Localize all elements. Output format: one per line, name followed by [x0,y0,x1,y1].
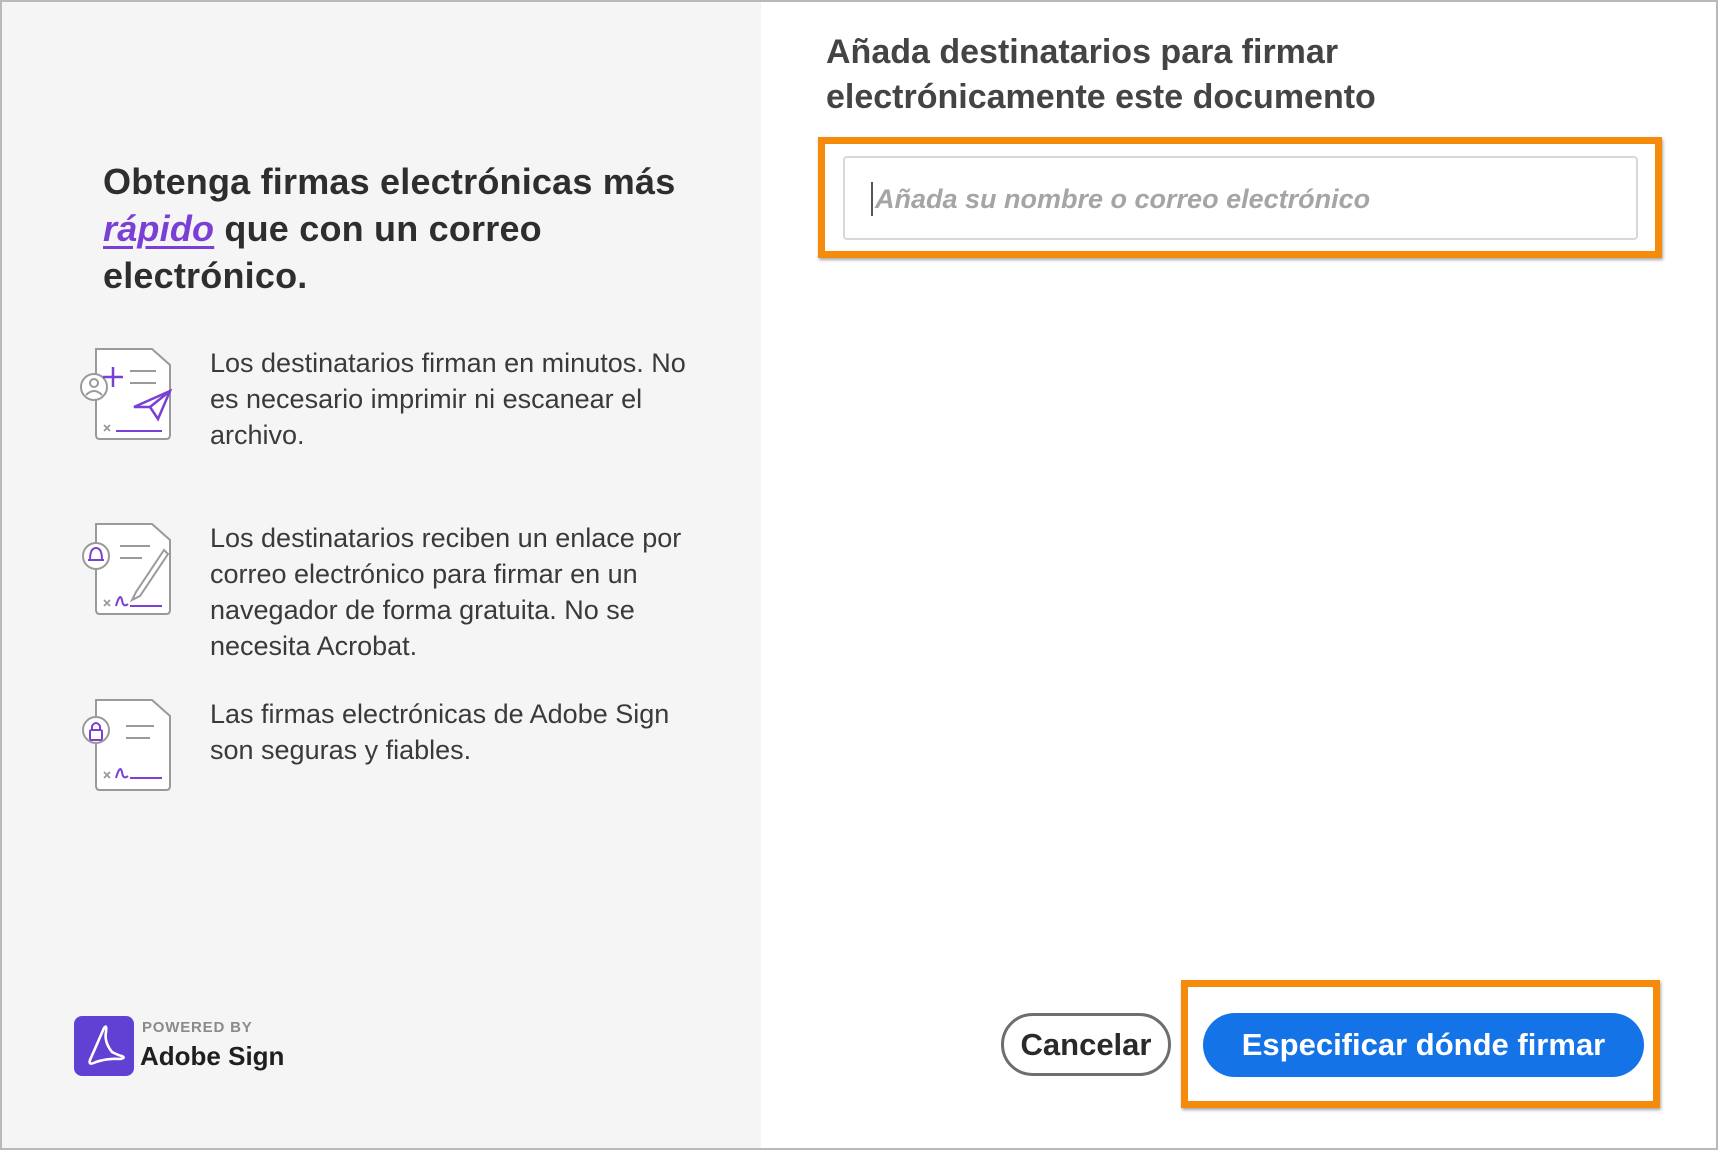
adobe-acrobat-logo [74,1016,134,1076]
info-headline: Obtenga firmas electrónicas más rápido q… [103,158,703,299]
feature-text: Los destinatarios firman en minutos. No … [210,348,686,450]
recipients-title: Añada destinatarios para firmar electrón… [826,33,1376,116]
acrobat-icon [88,1025,125,1065]
headline-accent: rápido [103,208,215,249]
secure-sign-icon [82,699,171,791]
recipient-input[interactable]: Añada su nombre o correo electrónico [843,156,1638,240]
cancel-button[interactable]: Cancelar [1001,1013,1171,1076]
powered-by-label: POWERED BY [142,1019,253,1036]
recipient-input-placeholder: Añada su nombre o correo electrónico [875,184,1371,214]
feature-text: Las firmas electrónicas de Adobe Sign so… [210,699,670,765]
text-caret [871,182,873,216]
feature-text: Los destinatarios reciben un enlace por … [210,523,682,661]
notify-sign-icon [82,523,171,615]
headline-text-start: Obtenga firmas electrónicas más [103,161,676,202]
specify-where-to-sign-button[interactable]: Especificar dónde firmar [1203,1013,1644,1077]
send-document-icon [80,348,172,440]
brand-name: Adobe Sign [140,1041,285,1071]
